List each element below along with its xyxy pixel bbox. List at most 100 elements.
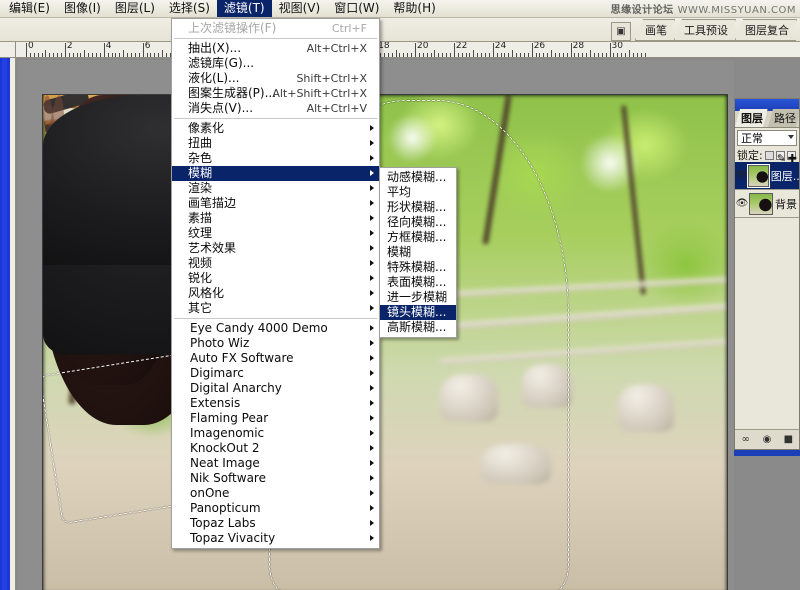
menu-item-distort[interactable]: 扭曲: [172, 136, 379, 151]
menu-item-filter-gallery[interactable]: 滤镜库(G)...: [172, 56, 379, 71]
horizontal-ruler[interactable]: 024681012141618202224262830: [0, 42, 800, 58]
menu-item-liquify[interactable]: 液化(L)... Shift+Ctrl+X: [172, 71, 379, 86]
submenu-item-radial-blur[interactable]: 径向模糊...: [380, 215, 456, 230]
brush-lock-icon[interactable]: ✎: [775, 150, 786, 165]
tab-layers[interactable]: 图层: [735, 109, 768, 127]
brush-preset-icon[interactable]: ▣: [611, 22, 631, 41]
well-tab-tool-presets[interactable]: 工具预设: [674, 19, 736, 40]
palette-footer[interactable]: ∞ ◉ ■: [735, 429, 799, 449]
palette-well-tabs[interactable]: 画笔 工具预设 图层复合: [635, 19, 796, 41]
menu-item-noise[interactable]: 杂色: [172, 151, 379, 166]
menu-item-pattern-maker[interactable]: 图案生成器(P)... Alt+Shift+Ctrl+X: [172, 86, 379, 101]
table-row[interactable]: 👁 图层...: [735, 162, 799, 190]
menu-item-digital-anarchy[interactable]: Digital Anarchy: [172, 381, 379, 396]
chevron-right-icon: [370, 230, 374, 236]
menu-item-stylize[interactable]: 风格化: [172, 286, 379, 301]
submenu-item-surface-blur[interactable]: 表面模糊...: [380, 275, 456, 290]
menu-item-vanishing-point[interactable]: 消失点(V)... Alt+Ctrl+V: [172, 101, 379, 116]
tab-paths[interactable]: 路径: [768, 109, 800, 127]
menu-item-digimarc[interactable]: Digimarc: [172, 366, 379, 381]
move-lock-icon[interactable]: ✚: [786, 150, 797, 165]
chevron-right-icon: [370, 385, 374, 391]
mask-icon[interactable]: ■: [782, 433, 795, 446]
menu-item-blur[interactable]: 模糊: [172, 166, 379, 181]
menu-item-sharpen[interactable]: 锐化: [172, 271, 379, 286]
submenu-item-average[interactable]: 平均: [380, 185, 456, 200]
menu-item-other[interactable]: 其它: [172, 301, 379, 316]
eye-icon[interactable]: 👁: [735, 170, 748, 181]
menu-image[interactable]: 图像(I): [57, 0, 108, 17]
menu-item-artistic[interactable]: 艺术效果: [172, 241, 379, 256]
menu-select[interactable]: 选择(S): [162, 0, 217, 17]
ruler-minor-tick: [127, 53, 129, 57]
menu-view[interactable]: 视图(V): [272, 0, 328, 17]
blend-mode-select[interactable]: 正常: [737, 130, 797, 146]
layers-palette[interactable]: 图层 路径 正常 锁定: ✎ ✚ 👁 图层... 👁 背景 ∞ ◉ ■: [734, 98, 800, 450]
menu-item-photo-wiz[interactable]: Photo Wiz: [172, 336, 379, 351]
menu-item-sketch-label: 素描: [188, 211, 213, 225]
ruler-label: 2: [66, 42, 73, 51]
menu-item-topaz-labs[interactable]: Topaz Labs: [172, 516, 379, 531]
menu-item-pixelate[interactable]: 像素化: [172, 121, 379, 136]
blur-submenu[interactable]: 动感模糊... 平均 形状模糊... 径向模糊... 方框模糊... 模糊 特殊…: [379, 167, 457, 338]
menu-filter[interactable]: 滤镜(T): [216, 0, 272, 17]
menu-item-nik-software-label: Nik Software: [190, 471, 266, 485]
menu-item-auto-fx[interactable]: Auto FX Software: [172, 351, 379, 366]
table-row[interactable]: 👁 背景: [735, 190, 799, 218]
transparency-lock-icon[interactable]: [764, 150, 774, 160]
ruler-minor-tick: [512, 50, 514, 57]
chevron-right-icon: [370, 245, 374, 251]
menu-window[interactable]: 窗口(W): [327, 0, 386, 17]
menu-item-flaming-pear[interactable]: Flaming Pear: [172, 411, 379, 426]
menu-item-onone[interactable]: onOne: [172, 486, 379, 501]
submenu-item-lens-blur[interactable]: 镜头模糊...: [380, 305, 456, 320]
submenu-item-box-blur[interactable]: 方框模糊...: [380, 230, 456, 245]
menu-item-render[interactable]: 渲染: [172, 181, 379, 196]
filter-dropdown-menu[interactable]: 上次滤镜操作(F) Ctrl+F 抽出(X)... Alt+Ctrl+X 滤镜库…: [171, 18, 380, 549]
menu-item-video[interactable]: 视频: [172, 256, 379, 271]
menu-edit[interactable]: 编辑(E): [2, 0, 57, 17]
chevron-right-icon: [370, 430, 374, 436]
submenu-item-smart-blur[interactable]: 特殊模糊...: [380, 260, 456, 275]
menu-item-imagenomic[interactable]: Imagenomic: [172, 426, 379, 441]
menu-item-neat-image[interactable]: Neat Image: [172, 456, 379, 471]
menu-item-texture[interactable]: 纹理: [172, 226, 379, 241]
menu-item-brush-strokes[interactable]: 画笔描边: [172, 196, 379, 211]
palette-tabs[interactable]: 图层 路径: [735, 111, 799, 128]
submenu-item-blur-more[interactable]: 进一步模糊: [380, 290, 456, 305]
palette-well[interactable]: ▣ 画笔 工具预设 图层复合: [611, 21, 796, 41]
menu-item-liquify-shortcut: Shift+Ctrl+X: [296, 72, 367, 85]
link-icon[interactable]: ∞: [739, 433, 752, 446]
lock-controls[interactable]: 锁定: ✎ ✚: [735, 148, 799, 165]
ruler-minor-tick: [426, 53, 428, 57]
well-tab-brushes[interactable]: 画笔: [635, 19, 675, 40]
ruler-minor-tick: [430, 53, 432, 57]
well-tab-layer-comps[interactable]: 图层复合: [735, 19, 797, 40]
menu-item-topaz-vivacity[interactable]: Topaz Vivacity: [172, 531, 379, 546]
ruler-minor-tick: [41, 53, 43, 57]
submenu-item-lens-blur-label: 镜头模糊...: [387, 305, 447, 319]
menu-layer[interactable]: 图层(L): [108, 0, 162, 17]
submenu-item-shape-blur[interactable]: 形状模糊...: [380, 200, 456, 215]
menu-item-knockout-2[interactable]: KnockOut 2: [172, 441, 379, 456]
menu-item-extensis[interactable]: Extensis: [172, 396, 379, 411]
menu-item-panopticum[interactable]: Panopticum: [172, 501, 379, 516]
submenu-item-blur[interactable]: 模糊: [380, 245, 456, 260]
menu-item-last-filter: 上次滤镜操作(F) Ctrl+F: [172, 21, 379, 36]
menu-item-extract[interactable]: 抽出(X)... Alt+Ctrl+X: [172, 41, 379, 56]
chevron-right-icon: [370, 215, 374, 221]
ruler-minor-tick: [134, 53, 136, 57]
submenu-item-motion-blur[interactable]: 动感模糊...: [380, 170, 456, 185]
ruler-minor-tick: [461, 53, 463, 57]
fx-icon[interactable]: ◉: [760, 433, 773, 446]
menu-item-video-label: 视频: [188, 256, 213, 270]
submenu-item-gaussian-blur[interactable]: 高斯模糊...: [380, 320, 456, 335]
ruler-minor-tick: [146, 53, 148, 57]
menu-item-sketch[interactable]: 素描: [172, 211, 379, 226]
menu-item-nik-software[interactable]: Nik Software: [172, 471, 379, 486]
menu-item-vanishing-point-shortcut: Alt+Ctrl+V: [306, 102, 367, 115]
eye-icon[interactable]: 👁: [735, 198, 749, 209]
menu-help[interactable]: 帮助(H): [386, 0, 442, 17]
menu-item-eye-candy[interactable]: Eye Candy 4000 Demo: [172, 321, 379, 336]
ruler-minor-tick: [547, 53, 549, 57]
